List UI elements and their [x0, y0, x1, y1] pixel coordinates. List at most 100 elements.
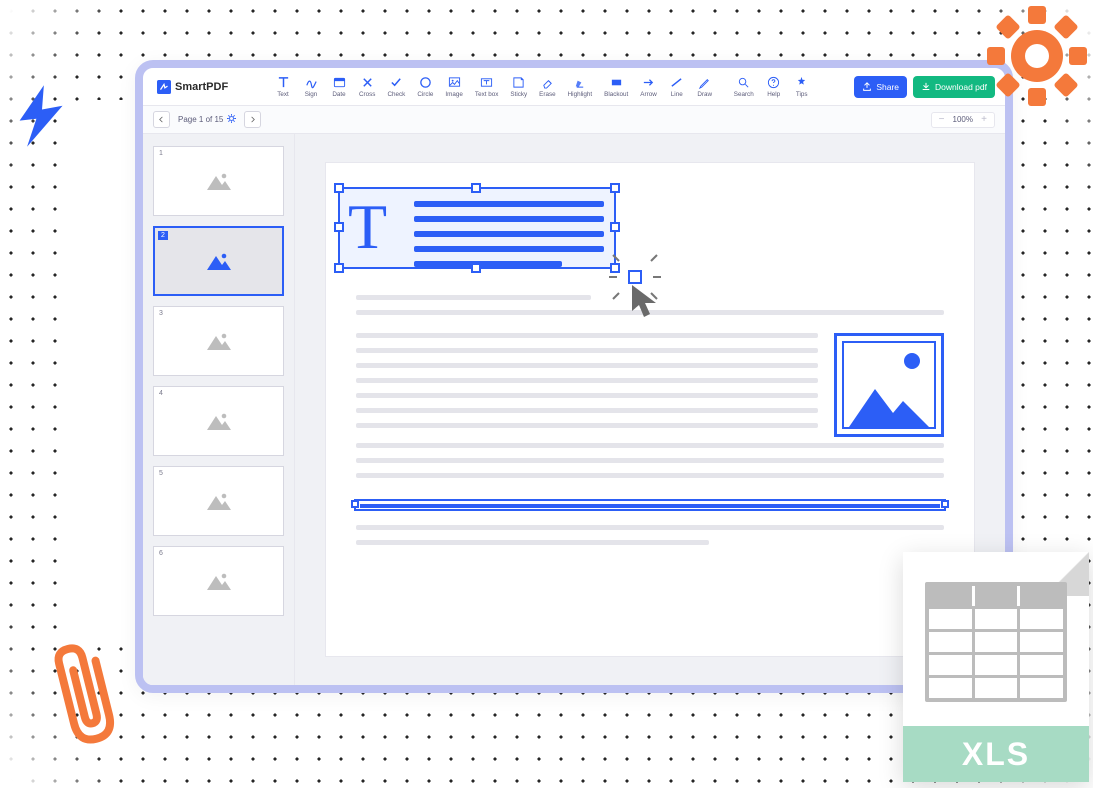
highlight-icon: [573, 76, 586, 89]
resize-handle-bm[interactable]: [471, 263, 481, 273]
thumb-number: 4: [157, 390, 165, 397]
tool-label: Blackout: [604, 91, 628, 98]
resize-handle-tm[interactable]: [471, 183, 481, 193]
prev-page-button[interactable]: [153, 111, 170, 128]
tool-arrow[interactable]: Arrow: [634, 73, 662, 100]
download-label: Download pdf: [935, 82, 987, 92]
resize-handle-br[interactable]: [610, 263, 620, 273]
image-icon: [205, 170, 233, 192]
app-window: SmartPDF TextSignDateCross Check Circle Ima…: [135, 60, 1013, 693]
thumbnail-1[interactable]: 1: [153, 146, 284, 216]
line-icon: [670, 76, 683, 89]
tool-label: Check: [387, 91, 405, 98]
page-settings-icon[interactable]: [227, 114, 236, 125]
xls-label: XLS: [903, 726, 1089, 782]
tool-sticky[interactable]: Sticky: [504, 73, 533, 100]
tool-label: Highlight: [568, 91, 593, 98]
xls-file-icon: XLS: [903, 552, 1089, 782]
tool-line[interactable]: Line: [663, 73, 691, 100]
gear-icon: [987, 6, 1087, 106]
tool-draw[interactable]: Draw: [691, 73, 719, 100]
cross-icon: [361, 76, 374, 89]
body-text-placeholder: [356, 525, 944, 555]
line-handle-left[interactable]: [351, 500, 359, 508]
resize-handle-tr[interactable]: [610, 183, 620, 193]
thumbnail-panel: 1 2 3 4 5 6: [143, 134, 295, 685]
selected-line[interactable]: [354, 499, 946, 511]
line-handle-right[interactable]: [941, 500, 949, 508]
download-icon: [921, 82, 931, 92]
help-icon: [767, 76, 780, 89]
cursor-icon: [626, 281, 666, 321]
thumbnail-3[interactable]: 3: [153, 306, 284, 376]
tool-label: Erase: [539, 91, 555, 98]
zoom-in-button[interactable]: +: [978, 114, 990, 126]
text-lines-icon: [414, 201, 604, 267]
thumbnail-5[interactable]: 5: [153, 466, 284, 536]
tool-label: Draw: [697, 91, 712, 98]
tool-search[interactable]: Search: [728, 73, 760, 100]
tool-cross[interactable]: Cross: [353, 73, 381, 100]
image-icon: [448, 76, 461, 89]
tips-icon: [795, 76, 808, 89]
tool-label: Image: [445, 91, 463, 98]
tool-text[interactable]: Text: [269, 73, 297, 100]
thumb-number: 6: [157, 550, 165, 557]
resize-handle-bl[interactable]: [334, 263, 344, 273]
image-icon: [205, 410, 233, 432]
body-text-placeholder: [356, 443, 944, 488]
tool-circle[interactable]: Circle: [411, 73, 439, 100]
image-icon: [205, 330, 233, 352]
tool-label: Line: [671, 91, 683, 98]
thumbnail-2[interactable]: 2: [153, 226, 284, 296]
image-placeholder[interactable]: [834, 333, 944, 437]
next-page-button[interactable]: [244, 111, 261, 128]
selected-text-block[interactable]: T: [338, 187, 616, 269]
brand: SmartPDF: [143, 68, 263, 105]
resize-handle-ml[interactable]: [334, 222, 344, 232]
download-button[interactable]: Download pdf: [913, 76, 995, 98]
tool-label: Arrow: [640, 91, 656, 98]
zoom-out-button[interactable]: −: [936, 114, 948, 126]
topbar: SmartPDF TextSignDateCross Check Circle Ima…: [143, 68, 1005, 106]
text-glyph: T: [348, 195, 387, 259]
thumb-number: 5: [157, 470, 165, 477]
circle-icon: [419, 76, 432, 89]
blackout-icon: [610, 76, 623, 89]
tool-tips[interactable]: Tips: [788, 73, 816, 100]
toolbar: TextSignDateCross Check Circle Image Text bo…: [263, 68, 854, 105]
tool-label: Search: [734, 91, 754, 98]
thumb-number: 3: [157, 310, 165, 317]
canvas: T: [295, 134, 1005, 685]
tool-sign[interactable]: Sign: [297, 73, 325, 100]
resize-handle-mr[interactable]: [610, 222, 620, 232]
thumb-number: 2: [158, 231, 168, 240]
check-icon: [390, 76, 403, 89]
brand-icon: [157, 80, 171, 94]
tool-date[interactable]: Date: [325, 73, 353, 100]
resize-handle-tl[interactable]: [334, 183, 344, 193]
share-button[interactable]: Share: [854, 76, 907, 98]
tool-erase[interactable]: Erase: [533, 73, 561, 100]
mountain-icon: [849, 381, 929, 427]
draw-icon: [698, 76, 711, 89]
paperclip-icon: [46, 642, 126, 752]
thumbnail-4[interactable]: 4: [153, 386, 284, 456]
tool-label: Tips: [796, 91, 808, 98]
textbox-icon: [480, 76, 493, 89]
erase-icon: [541, 76, 554, 89]
body-text-placeholder: [356, 333, 818, 438]
tool-help[interactable]: Help: [760, 73, 788, 100]
date-icon: [333, 76, 346, 89]
page[interactable]: T: [325, 162, 975, 657]
tool-blackout[interactable]: Blackout: [598, 73, 634, 100]
tool-highlight[interactable]: Highlight: [562, 73, 599, 100]
sign-icon: [305, 76, 318, 89]
tool-check[interactable]: Check: [381, 73, 411, 100]
thumbnail-6[interactable]: 6: [153, 546, 284, 616]
search-icon: [737, 76, 750, 89]
tool-textbox[interactable]: Text box: [469, 73, 504, 100]
share-icon: [862, 82, 872, 92]
image-icon: [205, 490, 233, 512]
tool-image[interactable]: Image: [439, 73, 469, 100]
